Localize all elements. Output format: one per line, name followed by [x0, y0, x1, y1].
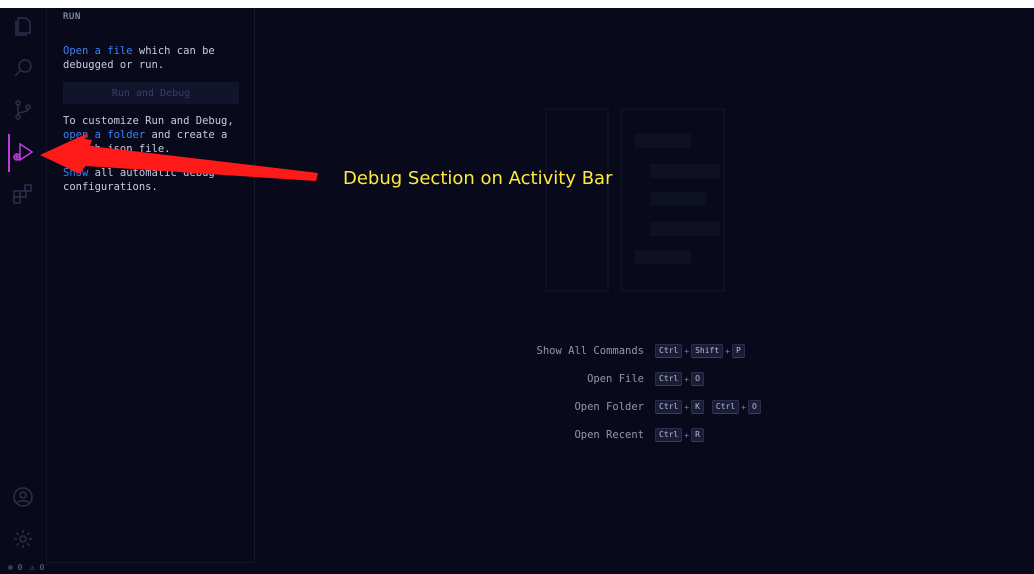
key: Ctrl — [711, 400, 740, 414]
open-file-link[interactable]: Open a file — [63, 45, 133, 57]
key: R — [691, 428, 704, 442]
errors-indicator[interactable]: ⊗ 0 — [8, 563, 22, 572]
sidebar-body: Open a file which can be debugged or run… — [63, 44, 243, 194]
account-icon[interactable] — [11, 485, 35, 509]
settings-gear-icon[interactable] — [11, 527, 35, 551]
status-bar: ⊗ 0 ⚠ 0 — [0, 563, 1034, 574]
key: O — [748, 400, 761, 414]
editor-watermark-logo — [545, 108, 725, 292]
run-sidebar: RUN Open a file which can be debugged or… — [47, 8, 255, 563]
key: Ctrl — [655, 400, 683, 414]
key: Ctrl — [655, 372, 683, 386]
show-link[interactable]: Show — [63, 167, 88, 179]
open-file-text: Open a file which can be debugged or run… — [63, 45, 215, 71]
search-icon[interactable] — [11, 56, 35, 80]
activity-bar — [0, 8, 47, 566]
source-control-icon[interactable] — [11, 98, 35, 122]
welcome-shortcuts: Show All Commands Ctrl + Shift + P Open File… — [480, 343, 840, 455]
customize-text: To customize Run and Debug, open a folde… — [63, 115, 234, 155]
key: P — [732, 344, 745, 358]
shortcut-open-recent[interactable]: Open Recent Ctrl + R — [480, 427, 840, 455]
active-indicator — [8, 134, 10, 172]
annotation-label: Debug Section on Activity Bar — [343, 168, 613, 189]
run-and-debug-button[interactable]: Run and Debug — [63, 82, 239, 104]
run-debug-icon[interactable] — [11, 140, 35, 164]
files-icon[interactable] — [11, 14, 35, 38]
key: K — [691, 400, 704, 414]
open-folder-link[interactable]: open a folder — [63, 129, 145, 141]
vscode-window: RUN Open a file which can be debugged or… — [0, 8, 1034, 566]
extensions-icon[interactable] — [11, 182, 35, 206]
sidebar-title: RUN — [63, 12, 81, 22]
shortcut-show-all-commands[interactable]: Show All Commands Ctrl + Shift + P — [480, 343, 840, 371]
key: O — [691, 372, 704, 386]
shortcut-open-folder[interactable]: Open Folder Ctrl + K Ctrl + O — [480, 399, 840, 427]
key: Shift — [691, 344, 724, 358]
key: Ctrl — [655, 344, 683, 358]
show-configurations-text: Show all automatic debug configurations. — [63, 167, 215, 193]
warnings-indicator[interactable]: ⚠ 0 — [30, 563, 44, 572]
shortcut-open-file[interactable]: Open File Ctrl + O — [480, 371, 840, 399]
key: Ctrl — [655, 428, 683, 442]
